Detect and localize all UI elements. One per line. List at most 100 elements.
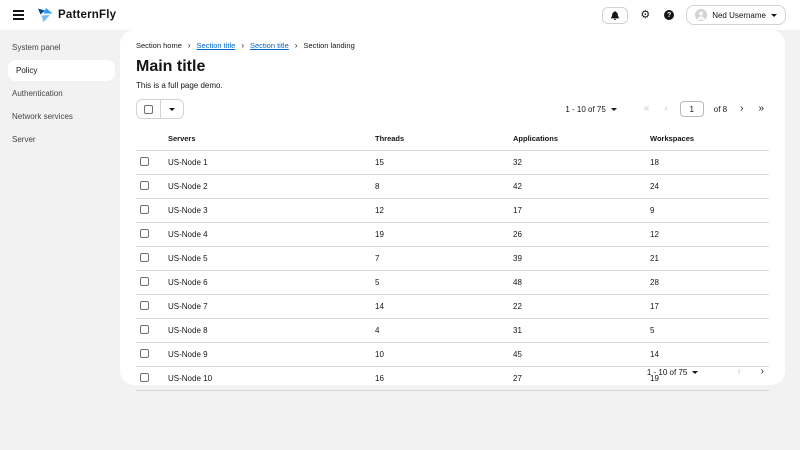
threads-cell: 15 bbox=[373, 151, 511, 175]
table-row: US-Node 9104514 bbox=[136, 343, 769, 367]
chevron-down-icon bbox=[771, 14, 777, 17]
applications-cell: 45 bbox=[511, 343, 648, 367]
user-name: Ned Username bbox=[712, 11, 766, 20]
table-body: US-Node 1153218US-Node 284224US-Node 312… bbox=[136, 151, 769, 391]
row-checkbox[interactable] bbox=[140, 229, 149, 238]
settings-button[interactable]: ⚙ bbox=[638, 8, 652, 23]
workspaces-cell: 14 bbox=[648, 343, 769, 367]
row-checkbox[interactable] bbox=[140, 181, 149, 190]
workspaces-cell: 18 bbox=[648, 151, 769, 175]
row-select-cell bbox=[136, 319, 166, 343]
sidebar-item-network-services[interactable]: Network services bbox=[0, 106, 115, 127]
row-checkbox[interactable] bbox=[140, 277, 149, 286]
threads-cell: 7 bbox=[373, 247, 511, 271]
brand: PatternFly bbox=[37, 7, 116, 23]
row-select-cell bbox=[136, 295, 166, 319]
server-cell: US-Node 10 bbox=[166, 367, 373, 391]
pagination-menu-toggle[interactable]: 1 - 10 of 75 bbox=[559, 104, 622, 115]
first-page-button[interactable]: « bbox=[639, 103, 655, 115]
hamburger-icon bbox=[13, 10, 24, 12]
avatar bbox=[695, 9, 707, 21]
patternfly-logo-icon bbox=[37, 7, 53, 23]
server-cell: US-Node 5 bbox=[166, 247, 373, 271]
bulk-select-checkbox[interactable] bbox=[144, 105, 153, 114]
row-select-cell bbox=[136, 175, 166, 199]
prev-page-button[interactable]: ‹ bbox=[659, 103, 672, 115]
applications-cell: 26 bbox=[511, 223, 648, 247]
pagination-top: 1 - 10 of 75 « ‹ of 8 › » bbox=[559, 101, 769, 117]
select-column-header bbox=[136, 127, 166, 151]
workspaces-cell: 17 bbox=[648, 295, 769, 319]
server-cell: US-Node 7 bbox=[166, 295, 373, 319]
row-checkbox[interactable] bbox=[140, 325, 149, 334]
toolbar: 1 - 10 of 75 « ‹ of 8 › » bbox=[136, 99, 769, 119]
page-description: This is a full page demo. bbox=[136, 81, 769, 90]
table-row: US-Node 84315 bbox=[136, 319, 769, 343]
column-header-applications[interactable]: Applications bbox=[511, 127, 648, 151]
applications-cell: 31 bbox=[511, 319, 648, 343]
row-select-cell bbox=[136, 151, 166, 175]
applications-cell: 32 bbox=[511, 151, 648, 175]
applications-cell: 17 bbox=[511, 199, 648, 223]
notifications-button[interactable] bbox=[602, 7, 628, 24]
row-checkbox[interactable] bbox=[140, 205, 149, 214]
pagination-menu-toggle[interactable]: 1 - 10 of 75 bbox=[641, 367, 704, 378]
applications-cell: 27 bbox=[511, 367, 648, 391]
bell-icon bbox=[611, 11, 619, 20]
breadcrumb-separator-icon: › bbox=[295, 41, 298, 50]
breadcrumb-link[interactable]: Section title bbox=[197, 41, 236, 50]
row-checkbox[interactable] bbox=[140, 373, 149, 382]
table-row: US-Node 1153218 bbox=[136, 151, 769, 175]
gear-icon: ⚙ bbox=[640, 10, 650, 21]
table-row: US-Node 7142217 bbox=[136, 295, 769, 319]
sidebar-item-server[interactable]: Server bbox=[0, 129, 115, 150]
threads-cell: 16 bbox=[373, 367, 511, 391]
pagination-bottom: 1 - 10 of 75 ‹ › bbox=[641, 366, 769, 378]
row-select-cell bbox=[136, 367, 166, 391]
workspaces-cell: 9 bbox=[648, 199, 769, 223]
page-title: Main title bbox=[136, 58, 769, 76]
bulk-select-toggle-button[interactable] bbox=[161, 100, 183, 118]
page-input[interactable] bbox=[680, 101, 704, 117]
sidebar-item-authentication[interactable]: Authentication bbox=[0, 83, 115, 104]
pagination-summary: 1 - 10 of 75 bbox=[647, 368, 687, 377]
row-checkbox[interactable] bbox=[140, 253, 149, 262]
brand-name: PatternFly bbox=[58, 9, 116, 21]
page-count-label: of 8 bbox=[714, 105, 727, 114]
next-page-button[interactable]: › bbox=[735, 103, 748, 115]
server-cell: US-Node 9 bbox=[166, 343, 373, 367]
column-header-servers[interactable]: Servers bbox=[166, 127, 373, 151]
next-page-button[interactable]: › bbox=[756, 366, 769, 378]
applications-cell: 39 bbox=[511, 247, 648, 271]
table-row: US-Node 284224 bbox=[136, 175, 769, 199]
sidebar-item-system-panel[interactable]: System panel bbox=[0, 37, 115, 58]
row-checkbox[interactable] bbox=[140, 349, 149, 358]
workspaces-cell: 28 bbox=[648, 271, 769, 295]
prev-page-button[interactable]: ‹ bbox=[732, 366, 745, 378]
question-icon: ? bbox=[664, 10, 674, 20]
help-button[interactable]: ? bbox=[662, 8, 676, 22]
table-row: US-Node 312179 bbox=[136, 199, 769, 223]
column-header-threads[interactable]: Threads bbox=[373, 127, 511, 151]
breadcrumb: Section home›Section title›Section title… bbox=[136, 41, 769, 50]
table-row: US-Node 4192612 bbox=[136, 223, 769, 247]
sidebar-item-policy[interactable]: Policy bbox=[8, 60, 115, 81]
workspaces-cell: 21 bbox=[648, 247, 769, 271]
table-row: US-Node 573921 bbox=[136, 247, 769, 271]
column-header-workspaces[interactable]: Workspaces bbox=[648, 127, 769, 151]
breadcrumb-link[interactable]: Section title bbox=[250, 41, 289, 50]
server-cell: US-Node 6 bbox=[166, 271, 373, 295]
last-page-button[interactable]: » bbox=[753, 103, 769, 115]
threads-cell: 12 bbox=[373, 199, 511, 223]
table-header-row: Servers Threads Applications Workspaces bbox=[136, 127, 769, 151]
nav-toggle-button[interactable] bbox=[11, 8, 26, 22]
user-menu[interactable]: Ned Username bbox=[686, 5, 786, 25]
bulk-select-checkbox-area[interactable] bbox=[137, 100, 161, 118]
pagination-nav: ‹ › bbox=[732, 366, 769, 378]
breadcrumb-separator-icon: › bbox=[241, 41, 244, 50]
threads-cell: 10 bbox=[373, 343, 511, 367]
masthead: PatternFly ⚙ ? Ned Username bbox=[0, 0, 800, 30]
row-checkbox[interactable] bbox=[140, 157, 149, 166]
breadcrumb-item: Section landing bbox=[303, 41, 354, 50]
row-checkbox[interactable] bbox=[140, 301, 149, 310]
